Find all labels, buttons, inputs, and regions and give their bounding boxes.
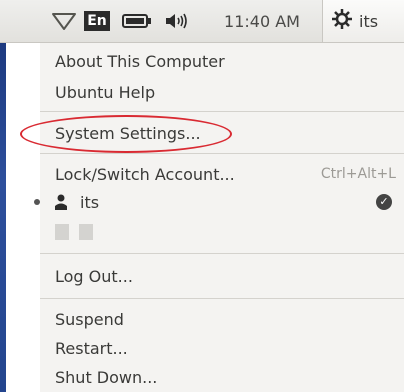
checkmark-icon: ✓ — [376, 194, 392, 210]
shortcut-label: Ctrl+Alt+L — [320, 166, 396, 182]
menu-separator — [40, 111, 404, 112]
menu-item-log-out[interactable]: Log Out... — [40, 263, 404, 289]
menu-item-label: Restart... — [55, 338, 128, 358]
menu-separator — [40, 153, 404, 154]
volume-icon[interactable] — [160, 0, 196, 42]
menu-item-shut-down[interactable]: Shut Down... — [40, 364, 404, 390]
menu-item-suspend[interactable]: Suspend — [40, 306, 404, 332]
active-user-bullet — [34, 199, 40, 205]
menu-item-help[interactable]: Ubuntu Help — [40, 79, 404, 105]
menu-item-label: Log Out... — [55, 266, 133, 286]
user-icon — [55, 194, 67, 214]
top-panel: En 11:40 AM its — [0, 0, 404, 43]
redacted-block — [55, 224, 69, 240]
menu-item-user-its[interactable]: its ✓ — [34, 189, 404, 215]
keyboard-layout-label: En — [84, 11, 110, 31]
annotation-highlight-ring — [20, 115, 232, 153]
menu-item-lock-switch[interactable]: Lock/Switch Account... Ctrl+Alt+L — [40, 161, 404, 187]
session-username: its — [359, 11, 379, 31]
menu-item-label: Ubuntu Help — [55, 82, 156, 102]
battery-icon[interactable] — [118, 0, 156, 42]
keyboard-layout-indicator[interactable]: En — [82, 0, 112, 42]
session-menu: About This Computer Ubuntu Help System S… — [34, 43, 404, 392]
menu-item-label: Shut Down... — [55, 367, 158, 387]
menu-separator — [40, 298, 404, 299]
menu-item-about[interactable]: About This Computer — [40, 48, 404, 74]
menu-item-label: its — [80, 192, 100, 212]
menu-item-label: Suspend — [55, 309, 124, 329]
session-menu-button[interactable]: its — [322, 0, 404, 42]
redacted-block — [79, 224, 93, 240]
wifi-icon[interactable] — [48, 0, 80, 42]
menu-separator — [40, 253, 404, 254]
session-gear-icon — [331, 8, 353, 34]
clock[interactable]: 11:40 AM — [202, 0, 312, 42]
menu-item-label: About This Computer — [55, 51, 225, 71]
menu-item-restart[interactable]: Restart... — [40, 335, 404, 361]
launcher-edge — [0, 43, 6, 392]
menu-item-label: Lock/Switch Account... — [55, 164, 235, 184]
